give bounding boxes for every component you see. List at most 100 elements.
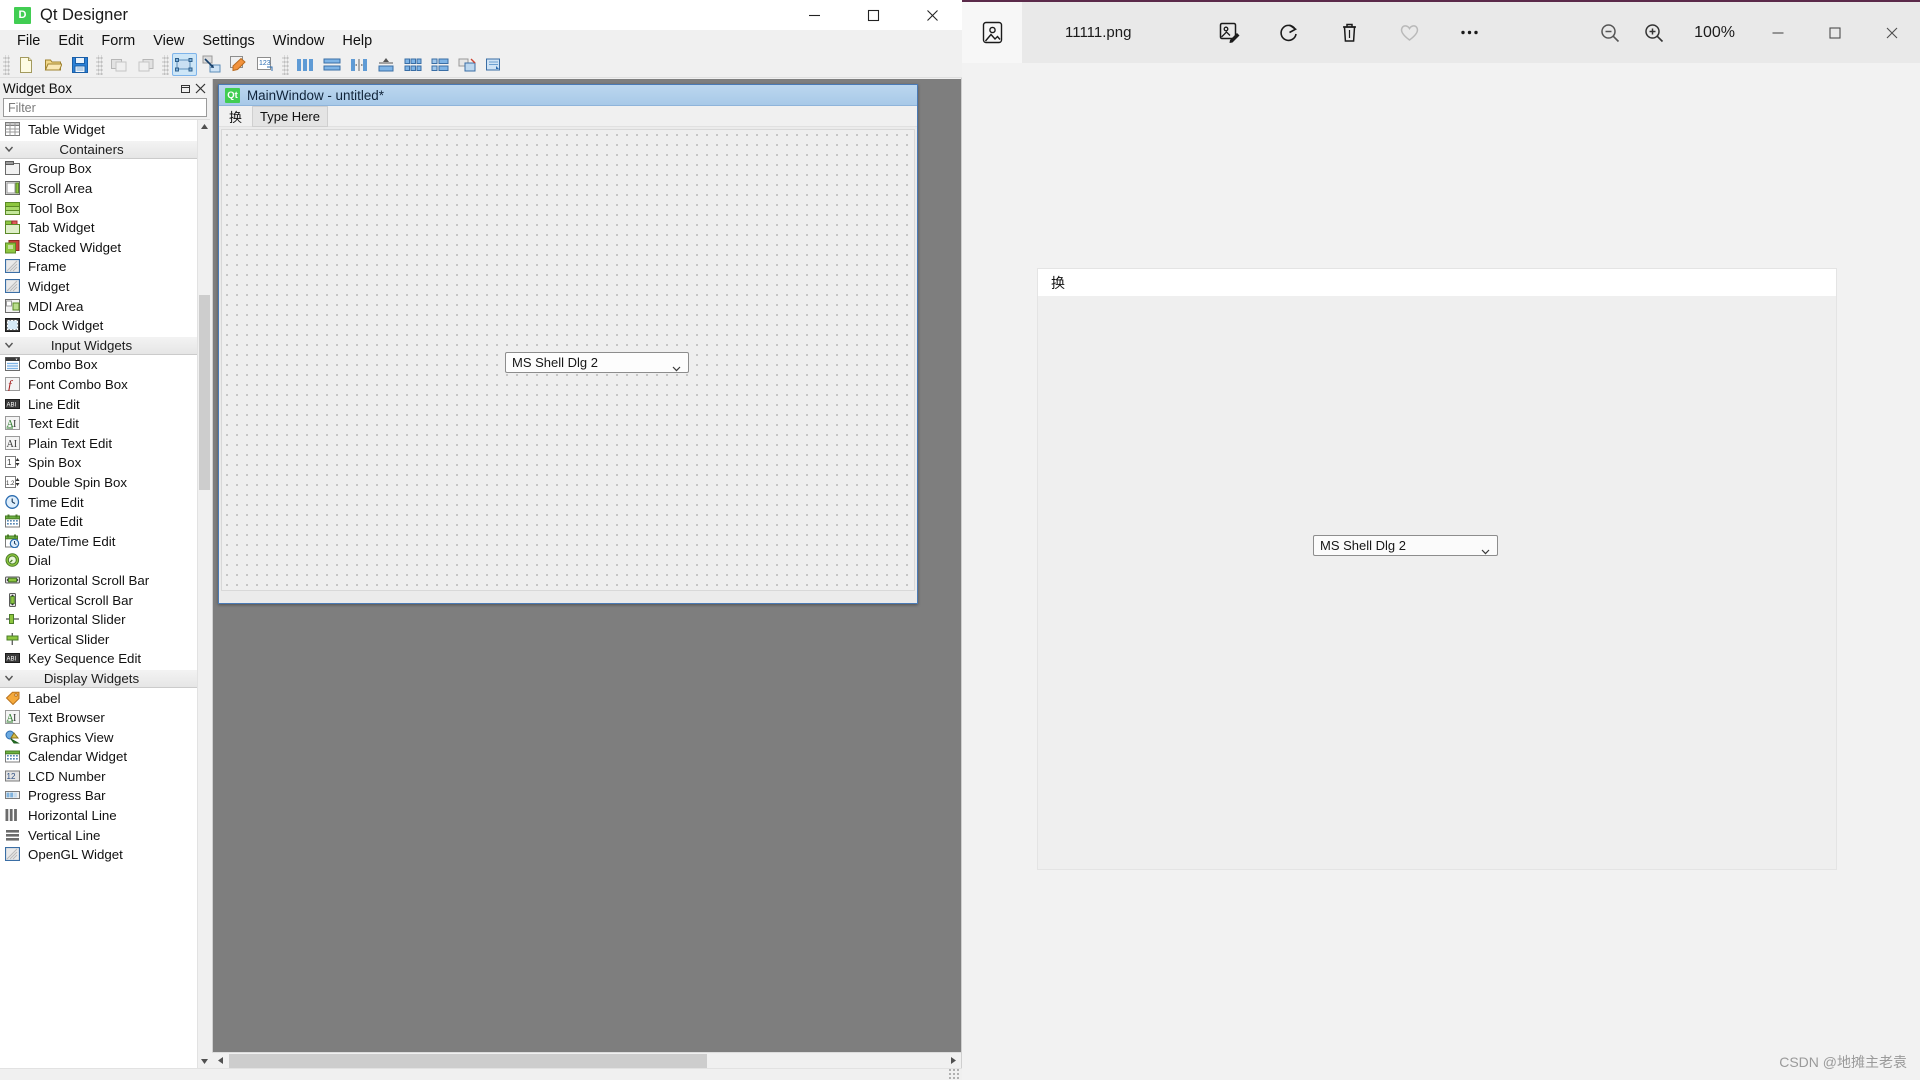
layout-in-grid-button[interactable]: [400, 53, 425, 76]
widget-item-scroll-area[interactable]: Scroll Area: [0, 178, 197, 199]
widget-item-text-browser[interactable]: A I Text Browser: [0, 707, 197, 728]
open-form-button[interactable]: [40, 53, 65, 76]
form-area-horizontal-scrollbar[interactable]: [212, 1052, 961, 1068]
widget-item-lcd-number[interactable]: 12 LCD Number: [0, 766, 197, 787]
ellipsis-icon[interactable]: [1450, 14, 1488, 52]
widget-item-vertical-line[interactable]: Vertical Line: [0, 825, 197, 845]
photos-image-canvas[interactable]: 换 MS Shell Dlg 2: [962, 63, 1920, 1080]
layout-horizontally-button[interactable]: [292, 53, 317, 76]
widget-item-stacked-widget[interactable]: Stacked Widget: [0, 237, 197, 258]
scroll-left-icon[interactable]: [212, 1053, 228, 1069]
edit-tab-order-button[interactable]: 123: [253, 53, 278, 76]
zoom-in-icon[interactable]: [1632, 11, 1676, 55]
new-form-button[interactable]: [13, 53, 38, 76]
menu-settings[interactable]: Settings: [193, 31, 263, 51]
scroll-right-icon[interactable]: [945, 1053, 961, 1069]
widget-item-mdi-area[interactable]: MDI Area: [0, 296, 197, 316]
displayed-image[interactable]: 换 MS Shell Dlg 2: [1037, 268, 1837, 870]
widget-item-label[interactable]: Label: [0, 688, 197, 708]
widget-item-widget[interactable]: Widget: [0, 276, 197, 297]
widget-item-spin-box[interactable]: 1 Spin Box: [0, 453, 197, 473]
widget-item-date-time-edit[interactable]: Date/Time Edit: [0, 531, 197, 552]
trash-icon[interactable]: [1330, 14, 1368, 52]
widget-box-float-icon[interactable]: [179, 82, 193, 96]
photos-close-button[interactable]: [1863, 11, 1920, 55]
menu-view[interactable]: View: [144, 31, 193, 51]
widget-item-time-edit[interactable]: Time Edit: [0, 492, 197, 512]
scroll-up-icon[interactable]: [198, 120, 210, 133]
widget-item-date-edit[interactable]: Date Edit: [0, 511, 197, 532]
toolbar-grip-file[interactable]: [3, 54, 10, 75]
widget-item-dock-widget[interactable]: Dock Widget: [0, 315, 197, 336]
widget-item-double-spin-box[interactable]: 1.2 Double Spin Box: [0, 472, 197, 493]
widget-item-horizontal-line[interactable]: Horizontal Line: [0, 805, 197, 826]
zoom-out-icon[interactable]: [1588, 11, 1632, 55]
widget-item-text-edit[interactable]: A I Text Edit: [0, 413, 197, 434]
widget-item-frame[interactable]: Frame: [0, 257, 197, 277]
widget-item-plain-text-edit[interactable]: AI Plain Text Edit: [0, 433, 197, 454]
menu-file[interactable]: File: [8, 31, 49, 51]
rotate-icon[interactable]: [1270, 14, 1308, 52]
form-editor-area[interactable]: Qt MainWindow - untitled* 换 Type Here MS…: [212, 79, 961, 1052]
qt-minimize-button[interactable]: [785, 0, 844, 30]
edit-signals-slots-button[interactable]: [199, 53, 224, 76]
widget-item-font-combo-box[interactable]: f Font Combo Box: [0, 374, 197, 395]
widget-item-key-sequence-edit[interactable]: ABI Key Sequence Edit: [0, 649, 197, 669]
widget-item-horizontal-scroll-bar[interactable]: Horizontal Scroll Bar: [0, 570, 197, 591]
layout-in-form-button[interactable]: [427, 53, 452, 76]
widget-item-tab-widget[interactable]: Tab Widget: [0, 217, 197, 238]
widget-item-vertical-scroll-bar[interactable]: Vertical Scroll Bar: [0, 590, 197, 610]
menu-form[interactable]: Form: [92, 31, 144, 51]
toolbar-grip-mode[interactable]: [162, 54, 169, 75]
photos-maximize-button[interactable]: [1806, 11, 1863, 55]
form-menu-item-0[interactable]: 换: [223, 105, 248, 128]
menu-window[interactable]: Window: [264, 31, 334, 51]
widget-box-scrollbar[interactable]: [197, 120, 210, 1068]
adjust-size-button[interactable]: [481, 53, 506, 76]
menu-edit[interactable]: Edit: [49, 31, 92, 51]
save-form-button[interactable]: [67, 53, 92, 76]
widget-item-line-edit[interactable]: ABI Line Edit: [0, 394, 197, 414]
form-window[interactable]: Qt MainWindow - untitled* 换 Type Here MS…: [218, 84, 918, 604]
widget-item-group-box[interactable]: Group Box: [0, 159, 197, 179]
form-font-combo-box[interactable]: MS Shell Dlg 2: [505, 352, 689, 373]
qt-maximize-button[interactable]: [844, 0, 903, 30]
resize-grip-icon[interactable]: [948, 1068, 960, 1079]
widget-box-filter-input[interactable]: [3, 98, 207, 117]
form-titlebar[interactable]: Qt MainWindow - untitled*: [219, 85, 917, 106]
widget-box-scroll-thumb[interactable]: [199, 295, 210, 490]
qt-close-button[interactable]: [903, 0, 962, 30]
widget-item-tool-box[interactable]: Tool Box: [0, 198, 197, 218]
break-layout-button[interactable]: [454, 53, 479, 76]
layout-in-splitter-horizontal-button[interactable]: [346, 53, 371, 76]
widget-item-table-widget[interactable]: Table Widget: [0, 120, 197, 140]
toolbar-grip-layout[interactable]: [282, 54, 289, 75]
edit-widgets-button[interactable]: [172, 53, 197, 76]
toolbar-grip-edit[interactable]: [96, 54, 103, 75]
menu-help[interactable]: Help: [333, 31, 381, 51]
edit-image-icon[interactable]: [1210, 14, 1248, 52]
layout-in-splitter-vertical-button[interactable]: [373, 53, 398, 76]
widget-category-input-widgets[interactable]: Input Widgets: [0, 335, 197, 356]
edit-buddies-button[interactable]: [226, 53, 251, 76]
widget-item-vertical-slider[interactable]: Vertical Slider: [0, 629, 197, 650]
layout-vertically-button[interactable]: [319, 53, 344, 76]
redo-button[interactable]: [133, 53, 158, 76]
form-menu-type-here[interactable]: Type Here: [252, 105, 328, 127]
widget-item-horizontal-slider[interactable]: Horizontal Slider: [0, 609, 197, 630]
photos-minimize-button[interactable]: [1749, 11, 1806, 55]
form-menubar[interactable]: 换 Type Here: [219, 105, 917, 128]
form-canvas[interactable]: MS Shell Dlg 2: [221, 129, 915, 591]
widget-item-graphics-view[interactable]: Graphics View: [0, 727, 197, 747]
form-area-scroll-thumb[interactable]: [229, 1053, 707, 1068]
widget-category-containers[interactable]: Containers: [0, 139, 197, 160]
widget-category-display-widgets[interactable]: Display Widgets: [0, 668, 197, 689]
heart-icon[interactable]: [1390, 14, 1428, 52]
scroll-down-icon[interactable]: [198, 1055, 210, 1068]
widget-item-calendar-widget[interactable]: Calendar Widget: [0, 747, 197, 767]
widget-box-list[interactable]: Table Widget Containers Group Box Scroll Ar…: [0, 120, 197, 1068]
widget-item-dial[interactable]: Dial: [0, 551, 197, 571]
widget-item-progress-bar[interactable]: Progress Bar: [0, 786, 197, 806]
widget-item-opengl-widget[interactable]: OpenGL Widget: [0, 844, 197, 865]
widget-item-combo-box[interactable]: Combo Box: [0, 355, 197, 375]
